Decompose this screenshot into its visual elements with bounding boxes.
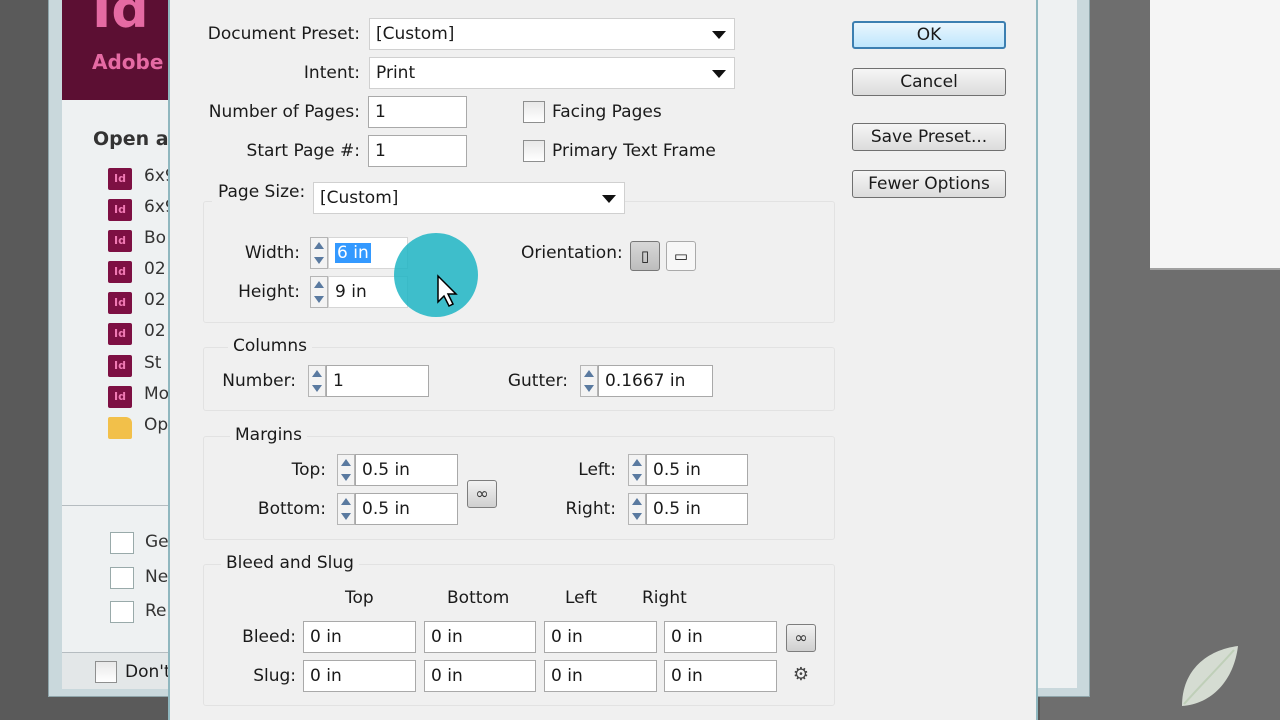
broken-chain-link-icon[interactable]: ⚙ [790,664,812,688]
folder-icon [108,417,132,439]
height-label: Height: [238,282,300,302]
margin-left-input[interactable]: 0.5 in [646,454,748,486]
number-of-pages-input[interactable]: 1 [368,96,467,128]
indesign-file-icon: Id [108,199,132,221]
save-preset-button[interactable]: Save Preset... [852,123,1006,151]
margin-right-input[interactable]: 0.5 in [646,493,748,525]
margin-bottom-label: Bottom: [257,499,326,519]
column-number-input[interactable]: 1 [326,365,429,397]
intent-dropdown[interactable]: Print [369,57,735,89]
bleed-col-right: Right [642,588,687,608]
create-new-item[interactable]: Re [145,601,167,621]
start-page-input[interactable]: 1 [368,135,467,167]
indesign-file-icon: Id [108,323,132,345]
bleed-chain-link-icon[interactable]: ∞ [786,624,816,652]
margin-left-stepper[interactable] [628,454,646,486]
indesign-file-icon: Id [108,230,132,252]
column-number-stepper[interactable] [308,365,326,397]
column-number-label: Number: [222,371,296,391]
chain-link-icon[interactable]: ∞ [467,480,497,508]
welcome-divider [62,505,172,506]
height-stepper[interactable] [310,276,328,308]
facing-pages-label: Facing Pages [552,102,662,122]
facing-pages-checkbox[interactable] [523,101,545,123]
slug-left-input[interactable]: 0 in [544,660,657,692]
landscape-orientation-icon[interactable]: ▭ [666,241,696,271]
margin-top-stepper[interactable] [337,454,355,486]
dont-show-checkbox[interactable] [95,661,117,683]
gutter-input[interactable]: 0.1667 in [598,365,713,397]
slug-right-input[interactable]: 0 in [664,660,777,692]
margin-bottom-input[interactable]: 0.5 in [355,493,458,525]
bleed-label: Bleed: [242,627,296,647]
number-of-pages-label: Number of Pages: [208,102,360,122]
bleed-col-left: Left [565,588,597,608]
width-stepper[interactable] [310,237,328,269]
bleed-slug-heading: Bleed and Slug [221,553,359,573]
mouse-pointer-icon [437,274,458,308]
ok-button[interactable]: OK [852,21,1006,49]
margin-right-stepper[interactable] [628,493,646,525]
margin-top-input[interactable]: 0.5 in [355,454,458,486]
bleed-col-top: Top [345,588,374,608]
primary-text-frame-checkbox[interactable] [523,140,545,162]
margin-bottom-stepper[interactable] [337,493,355,525]
width-label: Width: [244,243,300,263]
portrait-orientation-icon[interactable]: ▯ [630,241,660,271]
document-preset-label: Document Preset: [207,24,360,44]
document-icon [110,601,134,623]
orientation-label: Orientation: [521,243,623,263]
chevron-down-icon [712,70,726,78]
bleed-top-input[interactable]: 0 in [303,621,416,653]
fewer-options-button[interactable]: Fewer Options [852,170,1006,198]
slug-top-input[interactable]: 0 in [303,660,416,692]
margins-heading: Margins [230,425,307,445]
dont-show-label: Don't [125,662,171,682]
bleed-col-bottom: Bottom [447,588,510,608]
background-panel [1150,0,1280,270]
indesign-file-icon: Id [108,261,132,283]
margin-left-label: Left: [578,460,616,480]
adobe-wordmark: Adobe [92,50,164,74]
leaf-watermark-icon [1182,646,1238,706]
bleed-right-input[interactable]: 0 in [664,621,777,653]
chevron-down-icon [712,31,726,39]
indesign-file-icon: Id [108,386,132,408]
indesign-logo: Id [92,0,149,40]
margin-right-label: Right: [565,499,617,519]
slug-bottom-input[interactable]: 0 in [424,660,536,692]
document-preset-dropdown[interactable]: [Custom] [369,18,735,50]
slug-label: Slug: [253,666,296,686]
intent-label: Intent: [303,63,360,83]
margin-top-label: Top: [291,460,326,480]
welcome-banner: Id Adobe [62,0,182,100]
gutter-stepper[interactable] [580,365,598,397]
chevron-down-icon [602,195,616,203]
cancel-button[interactable]: Cancel [852,68,1006,96]
create-new-item[interactable]: Ne [145,567,168,587]
indesign-file-icon: Id [108,355,132,377]
columns-heading: Columns [228,336,312,356]
document-icon [110,567,134,589]
start-page-label: Start Page #: [246,141,360,161]
page-size-label: Page Size: [212,182,318,202]
create-new-item[interactable]: Ge [145,532,169,552]
bleed-bottom-input[interactable]: 0 in [424,621,536,653]
indesign-file-icon: Id [108,292,132,314]
primary-text-frame-label: Primary Text Frame [552,141,716,161]
gutter-label: Gutter: [507,371,568,391]
indesign-file-icon: Id [108,168,132,190]
bleed-left-input[interactable]: 0 in [544,621,657,653]
open-recent-heading: Open a [93,128,169,150]
document-icon [110,532,134,554]
page-size-dropdown[interactable]: [Custom] [313,182,625,214]
